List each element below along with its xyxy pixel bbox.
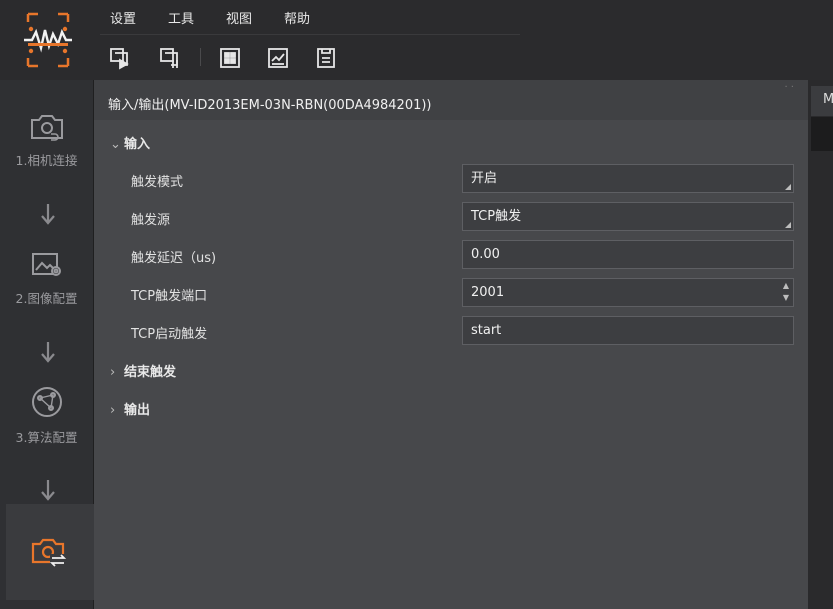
arrow-down-icon [41, 480, 55, 501]
menu-bar: 设置 工具 视图 帮助 [100, 0, 520, 35]
tcp-start-trigger-label: TCP启动触发 [131, 327, 208, 342]
toolbar [100, 36, 350, 80]
right-dock-tab-label: M [823, 92, 833, 107]
toolbar-separator [200, 48, 201, 66]
dropdown-corner-icon [785, 184, 791, 190]
dropdown-corner-icon [785, 222, 791, 228]
tcp-start-trigger-input[interactable]: start [462, 316, 794, 345]
trigger-delay-label: 触发延迟（us) [131, 251, 217, 266]
group-label: 结束触发 [124, 365, 177, 380]
right-dock-strip [808, 80, 833, 609]
arrow-down-icon [41, 204, 55, 225]
layout-grid-icon[interactable] [215, 43, 245, 73]
run-single-icon[interactable] [105, 43, 135, 73]
chevron-down-icon: ⌄ [110, 137, 121, 152]
top-bar: 设置 工具 视图 帮助 [0, 0, 833, 80]
group-input[interactable]: ⌄ 输入 [110, 133, 150, 152]
group-label: 输入 [124, 137, 151, 152]
trigger-source-label: 触发源 [131, 213, 171, 228]
step-label: 3.算法配置 [15, 430, 78, 445]
save-icon[interactable] [311, 43, 341, 73]
camera-io-icon [31, 538, 67, 567]
step-algorithm-settings[interactable]: 3.算法配置 [0, 385, 93, 446]
io-settings-panel: 输入/输出(MV-ID2013EM-03N-RBN(00DA4984201)) … [94, 80, 808, 609]
image-settings-icon [31, 253, 61, 276]
spin-up-icon[interactable]: ▲ [783, 282, 789, 290]
algorithm-icon [31, 387, 62, 417]
tcp-trigger-port-spinbox[interactable]: 2001 ▲ ▼ [462, 278, 794, 307]
trigger-source-value: TCP触发 [471, 209, 522, 224]
trigger-source-select[interactable]: TCP触发 [462, 202, 794, 231]
trigger-delay-value: 0.00 [471, 247, 500, 262]
menu-settings[interactable]: 设置 [110, 8, 136, 27]
trigger-mode-select[interactable]: 开启 [462, 164, 794, 193]
trigger-mode-label: 触发模式 [131, 175, 184, 190]
group-label: 输出 [124, 403, 151, 418]
panel-grip: · · [784, 82, 794, 93]
right-dock-preview [811, 117, 833, 151]
step-camera-io[interactable] [6, 504, 94, 600]
camera-link-icon [30, 115, 63, 141]
trigger-mode-value: 开启 [471, 171, 498, 186]
panel-title: 输入/输出(MV-ID2013EM-03N-RBN(00DA4984201)) [108, 98, 432, 113]
chart-icon[interactable] [263, 43, 293, 73]
tcp-start-trigger-value: start [471, 323, 502, 338]
arrow-down-icon [41, 342, 55, 363]
chevron-right-icon: › [110, 403, 116, 418]
step-image-settings[interactable]: 2.图像配置 [0, 250, 93, 307]
trigger-delay-input[interactable]: 0.00 [462, 240, 794, 269]
step-label: 1.相机连接 [15, 153, 78, 168]
panel-header: 输入/输出(MV-ID2013EM-03N-RBN(00DA4984201)) … [94, 80, 808, 120]
menu-view[interactable]: 视图 [226, 8, 252, 27]
app-logo [14, 10, 82, 70]
group-output[interactable]: › 输出 [110, 399, 150, 418]
spin-down-icon[interactable]: ▼ [783, 294, 789, 302]
menu-help[interactable]: 帮助 [284, 8, 310, 27]
menu-tools[interactable]: 工具 [168, 8, 194, 27]
step-camera-connection[interactable]: 1.相机连接 [0, 112, 93, 169]
group-end-trigger[interactable]: › 结束触发 [110, 361, 176, 380]
tcp-trigger-port-label: TCP触发端口 [131, 289, 208, 304]
step-label: 2.图像配置 [15, 291, 78, 306]
run-continuous-icon[interactable] [155, 43, 185, 73]
chevron-right-icon: › [110, 365, 116, 380]
tcp-trigger-port-value: 2001 [471, 285, 505, 300]
